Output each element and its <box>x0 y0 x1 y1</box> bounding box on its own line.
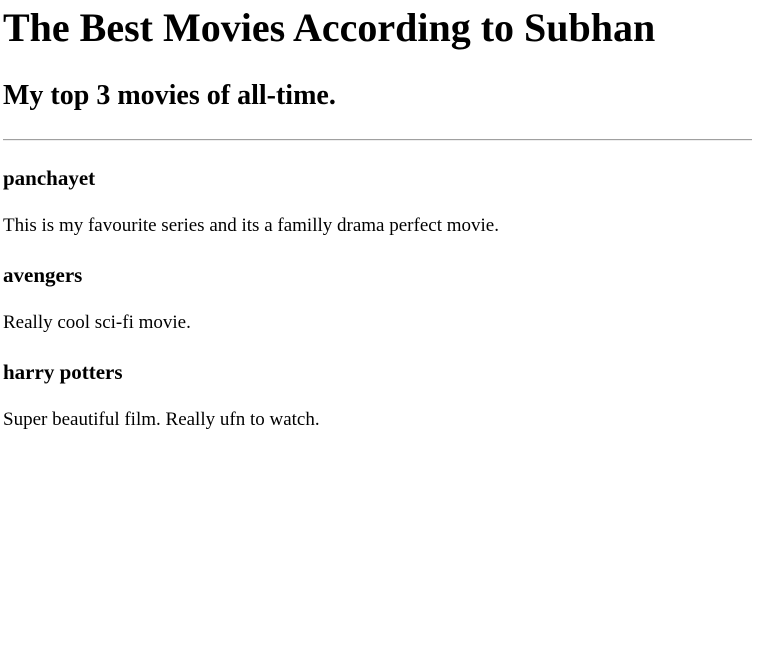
movie-title: panchayet <box>3 166 96 190</box>
page-title: The Best Movies According to Subhan <box>3 5 656 50</box>
movie-item: avengers Really cool sci-fi movie. <box>3 262 752 335</box>
divider <box>3 139 752 141</box>
movie-description: Super beautiful film. Really ufn to watc… <box>3 409 320 430</box>
page-subtitle: My top 3 movies of all-time. <box>3 80 336 111</box>
page-content: The Best Movies According to Subhan My t… <box>0 4 762 432</box>
movie-list: panchayet This is my favourite series an… <box>3 165 752 432</box>
movie-description: This is my favourite series and its a fa… <box>3 215 499 236</box>
movie-item: panchayet This is my favourite series an… <box>3 165 752 238</box>
movie-title: harry potters <box>3 360 123 384</box>
movie-description: Really cool sci-fi movie. <box>3 312 191 333</box>
movie-title: avengers <box>3 263 83 287</box>
movie-item: harry potters Super beautiful film. Real… <box>3 359 752 432</box>
